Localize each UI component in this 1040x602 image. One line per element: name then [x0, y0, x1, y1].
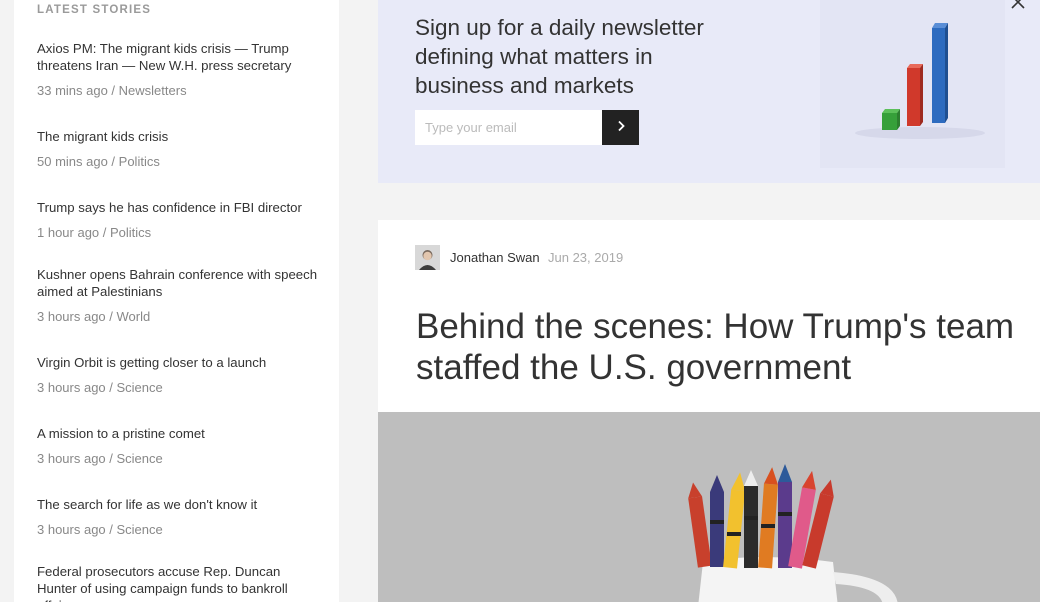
author-name[interactable]: Jonathan Swan [450, 250, 540, 265]
story-item[interactable]: The migrant kids crisis 50 mins ago / Po… [37, 128, 322, 169]
article-date: Jun 23, 2019 [548, 250, 624, 265]
story-title[interactable]: A mission to a pristine comet [37, 425, 322, 442]
story-title[interactable]: Trump says he has confidence in FBI dire… [37, 199, 322, 216]
article-headline[interactable]: Behind the scenes: How Trump's team staf… [416, 306, 1016, 388]
story-meta: 3 hours ago / Science [37, 522, 163, 537]
newsletter-headline: Sign up for a daily newsletter defining … [415, 15, 704, 98]
author-avatar[interactable] [415, 245, 440, 270]
close-icon[interactable] [1010, 0, 1026, 10]
story-meta: 50 mins ago / Politics [37, 154, 160, 169]
story-item[interactable]: Axios PM: The migrant kids crisis — Trum… [37, 40, 322, 98]
email-input[interactable] [415, 110, 602, 145]
story-title[interactable]: Axios PM: The migrant kids crisis — Trum… [37, 40, 322, 74]
story-meta: 3 hours ago / Science [37, 451, 163, 466]
story-meta: 1 hour ago / Politics [37, 225, 152, 240]
article-card: Jonathan Swan Jun 23, 2019 Behind the sc… [378, 220, 1040, 602]
story-title[interactable]: The migrant kids crisis [37, 128, 322, 145]
story-item[interactable]: The search for life as we don't know it … [37, 496, 322, 537]
bar-chart-icon [820, 0, 1005, 168]
latest-stories-sidebar: LATEST STORIES Axios PM: The migrant kid… [14, 0, 339, 602]
chevron-right-icon [616, 120, 626, 135]
story-item[interactable]: Trump says he has confidence in FBI dire… [37, 199, 322, 240]
story-item[interactable]: Virgin Orbit is getting closer to a laun… [37, 354, 322, 395]
article-hero-image[interactable] [378, 412, 1040, 602]
story-meta: 33 mins ago / Newsletters [37, 83, 187, 98]
story-meta: 3 hours ago / World [37, 309, 151, 324]
newsletter-submit-button[interactable] [602, 110, 639, 145]
newsletter-signup: Sign up for a daily newsletter defining … [378, 0, 1040, 183]
story-item[interactable]: Federal prosecutors accuse Rep. Duncan H… [37, 563, 322, 602]
story-item[interactable]: Kushner opens Bahrain conference with sp… [37, 266, 322, 324]
story-title[interactable]: Virgin Orbit is getting closer to a laun… [37, 354, 322, 371]
story-title[interactable]: Federal prosecutors accuse Rep. Duncan H… [37, 563, 322, 602]
story-meta: 3 hours ago / Science [37, 380, 163, 395]
story-item[interactable]: A mission to a pristine comet 3 hours ag… [37, 425, 322, 466]
sidebar-heading: LATEST STORIES [37, 4, 152, 16]
story-title[interactable]: The search for life as we don't know it [37, 496, 322, 513]
story-title[interactable]: Kushner opens Bahrain conference with sp… [37, 266, 322, 300]
